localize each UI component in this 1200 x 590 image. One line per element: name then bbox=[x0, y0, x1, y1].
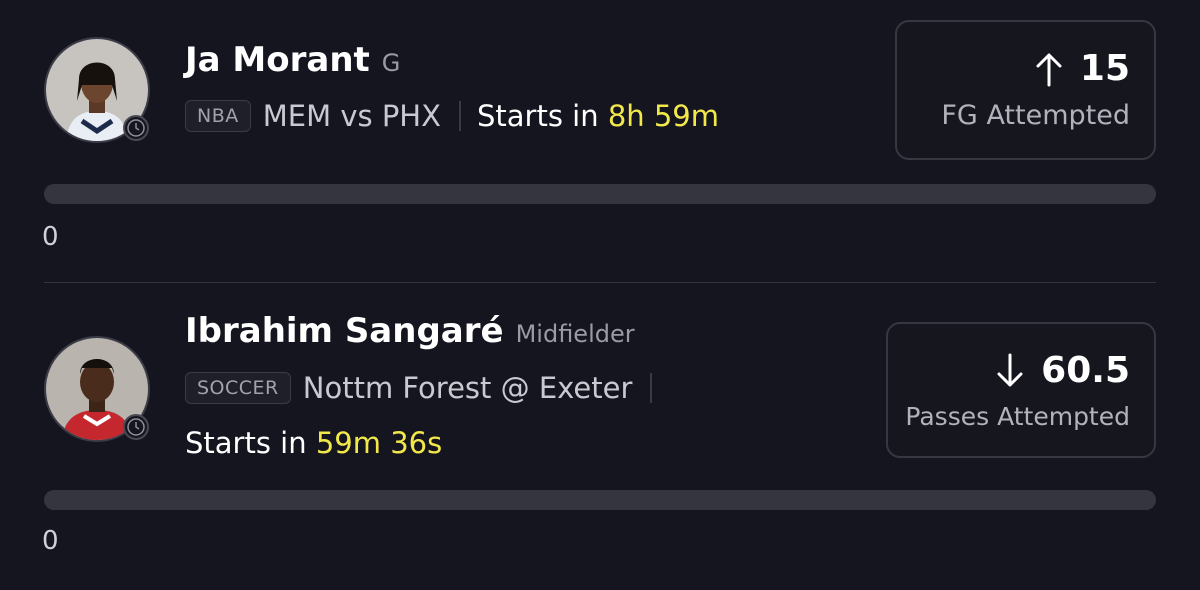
player-name: Ibrahim Sangaré bbox=[185, 311, 504, 351]
player-card[interactable]: Ja Morant G NBA MEM vs PHX Starts in 8h … bbox=[0, 0, 1200, 282]
countdown: 8h 59m bbox=[607, 99, 720, 133]
pick-list: Ja Morant G NBA MEM vs PHX Starts in 8h … bbox=[0, 0, 1200, 590]
stat-value: 15 bbox=[1079, 48, 1130, 89]
starts-prefix: Starts in bbox=[185, 426, 307, 460]
league-badge: NBA bbox=[185, 100, 251, 132]
matchup: Nottm Forest @ Exeter bbox=[302, 371, 633, 405]
starts-prefix: Starts in bbox=[476, 99, 599, 133]
player-name: Ja Morant bbox=[185, 40, 370, 80]
start-time: Starts in 59m 36s bbox=[185, 426, 442, 460]
stat-projection-button[interactable]: 60.5 Passes Attempted bbox=[886, 322, 1156, 458]
clock-icon bbox=[123, 115, 149, 141]
player-name-line: Ibrahim Sangaré Midfielder bbox=[185, 311, 635, 351]
progress-bar bbox=[44, 490, 1156, 510]
game-info: NBA MEM vs PHX Starts in 8h 59m bbox=[185, 99, 719, 133]
player-name-line: Ja Morant G bbox=[185, 40, 400, 80]
stat-value: 60.5 bbox=[1041, 350, 1130, 391]
progress-bar bbox=[44, 184, 1156, 204]
progress-value: 0 bbox=[42, 526, 59, 556]
divider bbox=[458, 101, 461, 131]
player-position: Midfielder bbox=[515, 320, 635, 348]
divider bbox=[650, 373, 653, 403]
stat-label: FG Attempted bbox=[941, 100, 1130, 131]
game-info: SOCCER Nottm Forest @ Exeter bbox=[185, 371, 653, 405]
stat-projection-button[interactable]: 15 FG Attempted bbox=[895, 20, 1156, 160]
player-position: G bbox=[381, 49, 401, 77]
stat-label: Passes Attempted bbox=[905, 402, 1130, 431]
countdown: 59m 36s bbox=[315, 426, 443, 460]
arrow-down-icon bbox=[997, 353, 1023, 386]
matchup: MEM vs PHX bbox=[262, 99, 441, 133]
arrow-up-icon bbox=[1036, 53, 1062, 86]
progress-value: 0 bbox=[42, 222, 59, 252]
league-badge: SOCCER bbox=[185, 372, 291, 404]
player-card[interactable]: Ibrahim Sangaré Midfielder SOCCER Nottm … bbox=[0, 283, 1200, 590]
start-time: Starts in 8h 59m bbox=[477, 99, 719, 133]
clock-icon bbox=[123, 414, 149, 440]
